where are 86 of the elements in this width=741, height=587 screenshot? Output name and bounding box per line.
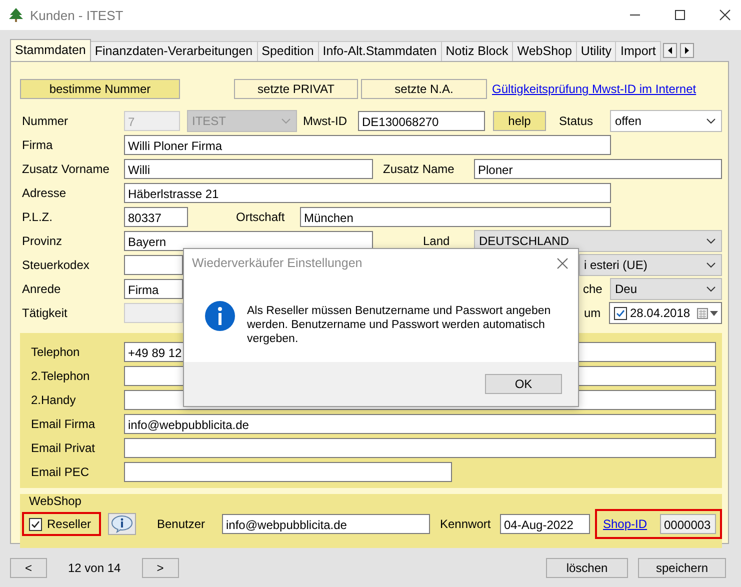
field-label: Nummer [22, 114, 70, 128]
tab[interactable]: Stammdaten [10, 39, 91, 61]
field-label: Mwst-ID [303, 114, 348, 128]
group-title: WebShop [29, 495, 82, 508]
tax-select[interactable]: i esteri (UE) [579, 254, 722, 276]
calendar-icon[interactable] [697, 307, 719, 319]
field-label: che [583, 282, 604, 296]
action-button[interactable]: bestimme Nummer [20, 79, 180, 99]
ok-button[interactable]: OK [485, 374, 562, 394]
address-field[interactable]: Häberlstrasse 21 [124, 183, 611, 203]
tab[interactable]: WebShop [512, 41, 577, 61]
field-label: Steuerkodex [22, 258, 90, 272]
field-label: Telephon [31, 345, 81, 359]
scroll-left-icon[interactable] [662, 43, 677, 58]
field-label: um [584, 306, 602, 320]
tree-icon [8, 7, 24, 23]
caret-icon [281, 118, 291, 124]
tax-code-field[interactable] [124, 255, 183, 275]
postal-code-field[interactable]: 80337 [124, 207, 188, 227]
field-label: Benutzer [157, 517, 206, 531]
tab[interactable]: Import [615, 41, 661, 61]
contact-field[interactable] [124, 462, 452, 482]
vat-id-field[interactable]: DE130068270 [358, 111, 485, 131]
field-label: Zusatz Vorname [22, 162, 110, 176]
field-label: Zusatz Name [383, 162, 456, 176]
record-position: 12 von 14 [68, 561, 121, 575]
validation-link[interactable]: Gültigkeitsprüfung Mwst-ID im Internet [492, 82, 696, 96]
footer-button[interactable]: speichern [638, 558, 726, 578]
checkbox[interactable] [614, 306, 627, 320]
caret-icon [706, 118, 716, 124]
language-select[interactable]: Deu [610, 278, 722, 300]
help-button[interactable]: help [493, 111, 546, 131]
field-label: Kennwort [440, 517, 492, 531]
dialog-message: Als Reseller müssen Benutzername und Passwort angeben werden. Benutzername und Passwort werden automatisch vergeben. [247, 304, 552, 346]
tab[interactable]: Utility [576, 41, 616, 61]
field-label: Ortschaft [236, 210, 286, 224]
close-icon[interactable] [719, 9, 731, 21]
tab[interactable]: Info-Alt.Stammdaten [318, 41, 442, 61]
close-icon[interactable] [557, 258, 568, 268]
tab[interactable]: Finanzdaten-Verarbeitungen [90, 41, 258, 61]
contact-field[interactable] [124, 438, 716, 458]
date-picker[interactable]: 28.04.2018 [609, 302, 722, 324]
field-label: Adresse [22, 186, 68, 200]
checkbox-icon [29, 518, 42, 530]
shop-id-link[interactable]: Shop-ID [603, 517, 648, 531]
field-label: Email Firma [31, 417, 96, 431]
field-label: Email Privat [31, 441, 96, 455]
country-select[interactable]: DEUTSCHLAND [474, 230, 722, 252]
info-button[interactable] [108, 513, 136, 535]
date-value: 28.04.2018 [630, 306, 690, 320]
window-title: Kunden - ITEST [30, 8, 124, 22]
company-field[interactable]: Willi Ploner Firma [124, 135, 611, 155]
action-button[interactable]: setzte PRIVAT [234, 79, 358, 99]
field-label: Status [559, 114, 594, 128]
footer-button[interactable]: löschen [546, 558, 628, 578]
tab[interactable]: Spedition [256, 41, 319, 61]
previous-button[interactable]: < [10, 558, 47, 578]
field-label: Land [423, 234, 451, 248]
maximize-icon[interactable] [674, 9, 686, 21]
field-label: Tätigkeit [22, 306, 68, 320]
first-name-field[interactable]: Willi [124, 159, 373, 179]
field-label: Anrede [22, 282, 62, 296]
field-label: Firma [22, 138, 54, 152]
field-label: 2.Handy [31, 393, 77, 407]
field-label: Email PEC [31, 465, 90, 479]
caret-icon [706, 262, 716, 268]
shop-id-field[interactable]: 0000003 [660, 514, 716, 534]
salutation-field[interactable]: Firma [124, 279, 183, 299]
caret-icon [706, 238, 716, 244]
city-field[interactable]: München [300, 207, 611, 227]
caret-icon [706, 286, 716, 292]
status-select[interactable]: offen [610, 110, 722, 132]
field-label: 2.Telephon [31, 369, 91, 383]
contact-field[interactable]: info@webpubblicita.de [124, 414, 716, 434]
password-field[interactable]: 04-Aug-2022 [500, 514, 590, 534]
field-label: P.L.Z. [22, 210, 54, 224]
reseller-checkbox[interactable]: Reseller [22, 512, 101, 536]
action-button[interactable]: setzte N.A. [361, 79, 487, 99]
last-name-field[interactable]: Ploner [474, 159, 722, 179]
next-button[interactable]: > [142, 558, 179, 578]
tab[interactable]: Notiz Block [440, 41, 514, 61]
dialog-title: Wiederverkäufer Einstellungen [192, 256, 362, 270]
info-icon [205, 301, 235, 331]
username-field[interactable]: info@webpubblicita.de [222, 514, 430, 534]
scroll-right-icon[interactable] [680, 43, 694, 58]
field-label: Provinz [22, 234, 64, 248]
